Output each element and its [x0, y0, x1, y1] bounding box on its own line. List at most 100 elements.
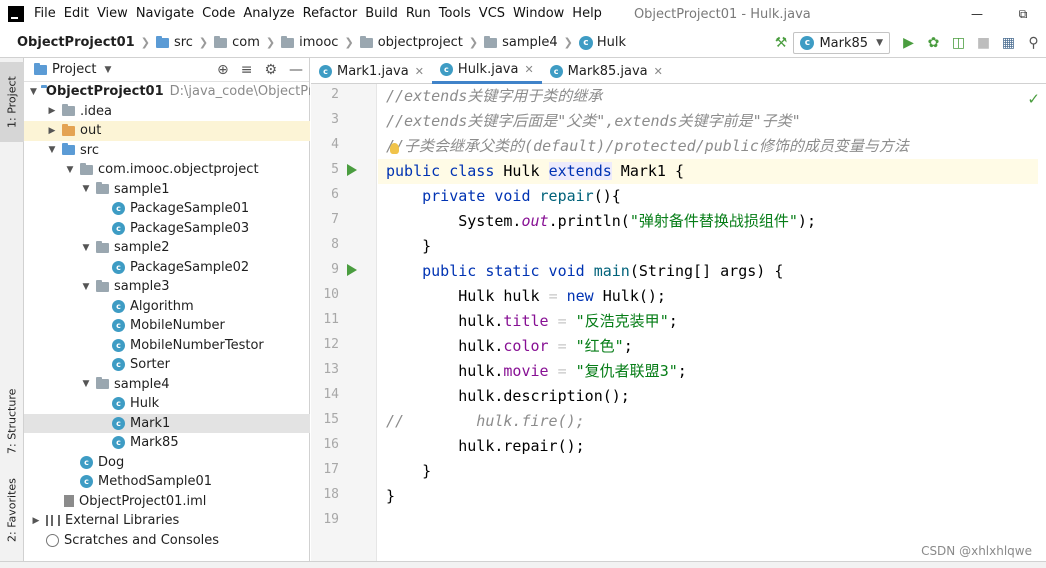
debug-icon[interactable]: ✿: [921, 31, 946, 55]
tab-label: Mark85.java: [567, 63, 648, 79]
breadcrumb-label: sample4: [502, 35, 558, 50]
tree-row-label: com.imooc.objectproject: [98, 162, 259, 178]
build-hammer-icon[interactable]: ⚒: [768, 31, 793, 55]
watermark: CSDN @xhlxhlqwe: [921, 544, 1032, 558]
lightbulb-icon[interactable]: [390, 143, 399, 154]
operator: =: [548, 312, 576, 330]
coverage-icon[interactable]: ◫: [946, 31, 971, 55]
menu-refactor[interactable]: Refactor: [299, 0, 362, 28]
restore-icon[interactable]: ⧉: [1000, 0, 1046, 28]
minimize-icon[interactable]: —: [954, 0, 1000, 28]
menu-analyze[interactable]: Analyze: [239, 0, 298, 28]
favorites-tool-tab[interactable]: 2: Favorites: [0, 470, 24, 550]
project-structure-icon[interactable]: ▦: [996, 31, 1021, 55]
collapse-all-icon[interactable]: ≡: [241, 62, 253, 78]
panel-header-icons: ⊕ ≡ ⚙ —: [217, 58, 303, 82]
tree-row-sample2[interactable]: ▼ sample2: [24, 238, 310, 258]
tree-row-project-root[interactable]: ▼ ObjectProject01 D:\java_code\ObjectPro: [24, 82, 310, 102]
close-icon[interactable]: ✕: [415, 65, 424, 78]
breadcrumb-imooc[interactable]: imooc: [279, 35, 340, 50]
tree-row-class[interactable]: c Sorter: [24, 355, 310, 375]
menu-help[interactable]: Help: [568, 0, 606, 28]
structure-tool-tab[interactable]: 7: Structure: [0, 373, 24, 469]
breadcrumb-com[interactable]: com: [212, 35, 262, 50]
menu-edit[interactable]: Edit: [60, 0, 93, 28]
class-icon: c: [80, 475, 93, 489]
tab-mark85[interactable]: c Mark85.java ✕: [542, 58, 671, 84]
close-icon[interactable]: ✕: [524, 63, 533, 76]
breadcrumb-label: objectproject: [377, 35, 463, 50]
gear-icon[interactable]: ⚙: [264, 62, 277, 78]
menu-file[interactable]: File: [30, 0, 60, 28]
hide-icon[interactable]: —: [289, 62, 303, 78]
tree-row-out[interactable]: ▶ out: [24, 121, 310, 141]
tree-row-sample4[interactable]: ▼ sample4: [24, 375, 310, 395]
stop-icon[interactable]: ■: [971, 31, 996, 55]
tree-row-class[interactable]: c Dog: [24, 453, 310, 473]
menu-code[interactable]: Code: [198, 0, 239, 28]
search-icon[interactable]: ⚲: [1021, 31, 1046, 55]
code-line: hulk.title = "反浩克装甲";: [386, 309, 678, 334]
tab-mark1[interactable]: c Mark1.java ✕: [311, 58, 432, 84]
editor-tab-bar: c Mark1.java ✕ c Hulk.java ✕ c Mark85.ja…: [311, 58, 1046, 84]
tree-row-iml[interactable]: ObjectProject01.iml: [24, 492, 310, 512]
breadcrumb-project[interactable]: ObjectProject01: [15, 35, 137, 50]
tree-row-class[interactable]: c Algorithm: [24, 297, 310, 317]
folder-icon: [155, 35, 169, 48]
breadcrumb-objectproject[interactable]: objectproject: [358, 35, 465, 50]
tree-row-class[interactable]: c PackageSample01: [24, 199, 310, 219]
locate-icon[interactable]: ⊕: [217, 62, 229, 78]
code-editor[interactable]: //extends关键字用于类的继承 //extends关键字后面是"父类",e…: [378, 84, 1046, 568]
tree-row-class[interactable]: c PackageSample02: [24, 258, 310, 278]
tree-row-external-libraries[interactable]: ▶ External Libraries: [24, 511, 310, 531]
tree-row-sample1[interactable]: ▼ sample1: [24, 180, 310, 200]
tree-row-class[interactable]: c MobileNumber: [24, 316, 310, 336]
breadcrumb-src[interactable]: src: [154, 35, 195, 50]
close-icon[interactable]: ✕: [654, 65, 663, 78]
menu-build[interactable]: Build: [361, 0, 402, 28]
keyword: new: [557, 287, 594, 305]
class-icon: c: [112, 260, 125, 274]
breadcrumb-sample4[interactable]: sample4: [482, 35, 560, 50]
menu-tools[interactable]: Tools: [435, 0, 475, 28]
class-icon: c: [112, 299, 125, 313]
line-number: 5: [331, 162, 339, 177]
project-tool-tab[interactable]: 1: Project: [0, 62, 24, 142]
operator: =: [548, 287, 558, 305]
chevron-down-icon: ▼: [82, 184, 90, 195]
breadcrumb-label: src: [173, 35, 193, 50]
run-icon[interactable]: ▶: [896, 31, 921, 55]
run-configuration-select[interactable]: c Mark85 ▼: [793, 32, 890, 54]
menu-navigate[interactable]: Navigate: [132, 0, 198, 28]
menu-run[interactable]: Run: [402, 0, 435, 28]
line-number: 19: [323, 512, 339, 527]
project-view-select[interactable]: Project ▼: [34, 62, 111, 77]
run-class-icon[interactable]: [347, 164, 357, 176]
tab-hulk[interactable]: c Hulk.java ✕: [431, 58, 542, 84]
field-name: color: [503, 337, 549, 355]
bottom-tool-bar: [0, 561, 1046, 568]
tree-row-class[interactable]: c PackageSample03: [24, 219, 310, 239]
tree-row-class-selected[interactable]: c Mark1: [24, 413, 310, 433]
tree-row-idea[interactable]: ▶ .idea: [24, 102, 310, 122]
tree-row-class[interactable]: c Mark85: [24, 433, 310, 453]
chevron-right-icon: ❯: [563, 36, 573, 49]
tree-row-label: .idea: [80, 103, 112, 119]
tree-row-class[interactable]: c MobileNumberTestor: [24, 336, 310, 356]
code-text: ;: [668, 312, 678, 330]
class-icon: c: [549, 64, 563, 78]
line-number: 2: [331, 87, 339, 102]
comment: //子类会继承父类的(default)/protected/public修饰的成…: [386, 137, 909, 155]
tree-row-scratches[interactable]: Scratches and Consoles: [24, 531, 310, 551]
menu-view[interactable]: View: [93, 0, 132, 28]
tree-row-src[interactable]: ▼ src: [24, 141, 310, 161]
menu-window[interactable]: Window: [509, 0, 568, 28]
breadcrumb-hulk[interactable]: c Hulk: [577, 35, 628, 50]
menu-vcs[interactable]: VCS: [475, 0, 509, 28]
toolbar-right: ⚒ c Mark85 ▼ ▶ ✿ ◫ ■ ▦ ⚲: [768, 28, 1046, 58]
tree-row-package-root[interactable]: ▼ com.imooc.objectproject: [24, 160, 310, 180]
tree-row-class[interactable]: c Hulk: [24, 394, 310, 414]
run-main-icon[interactable]: [347, 264, 357, 276]
tree-row-class[interactable]: c MethodSample01: [24, 472, 310, 492]
tree-row-sample3[interactable]: ▼ sample3: [24, 277, 310, 297]
